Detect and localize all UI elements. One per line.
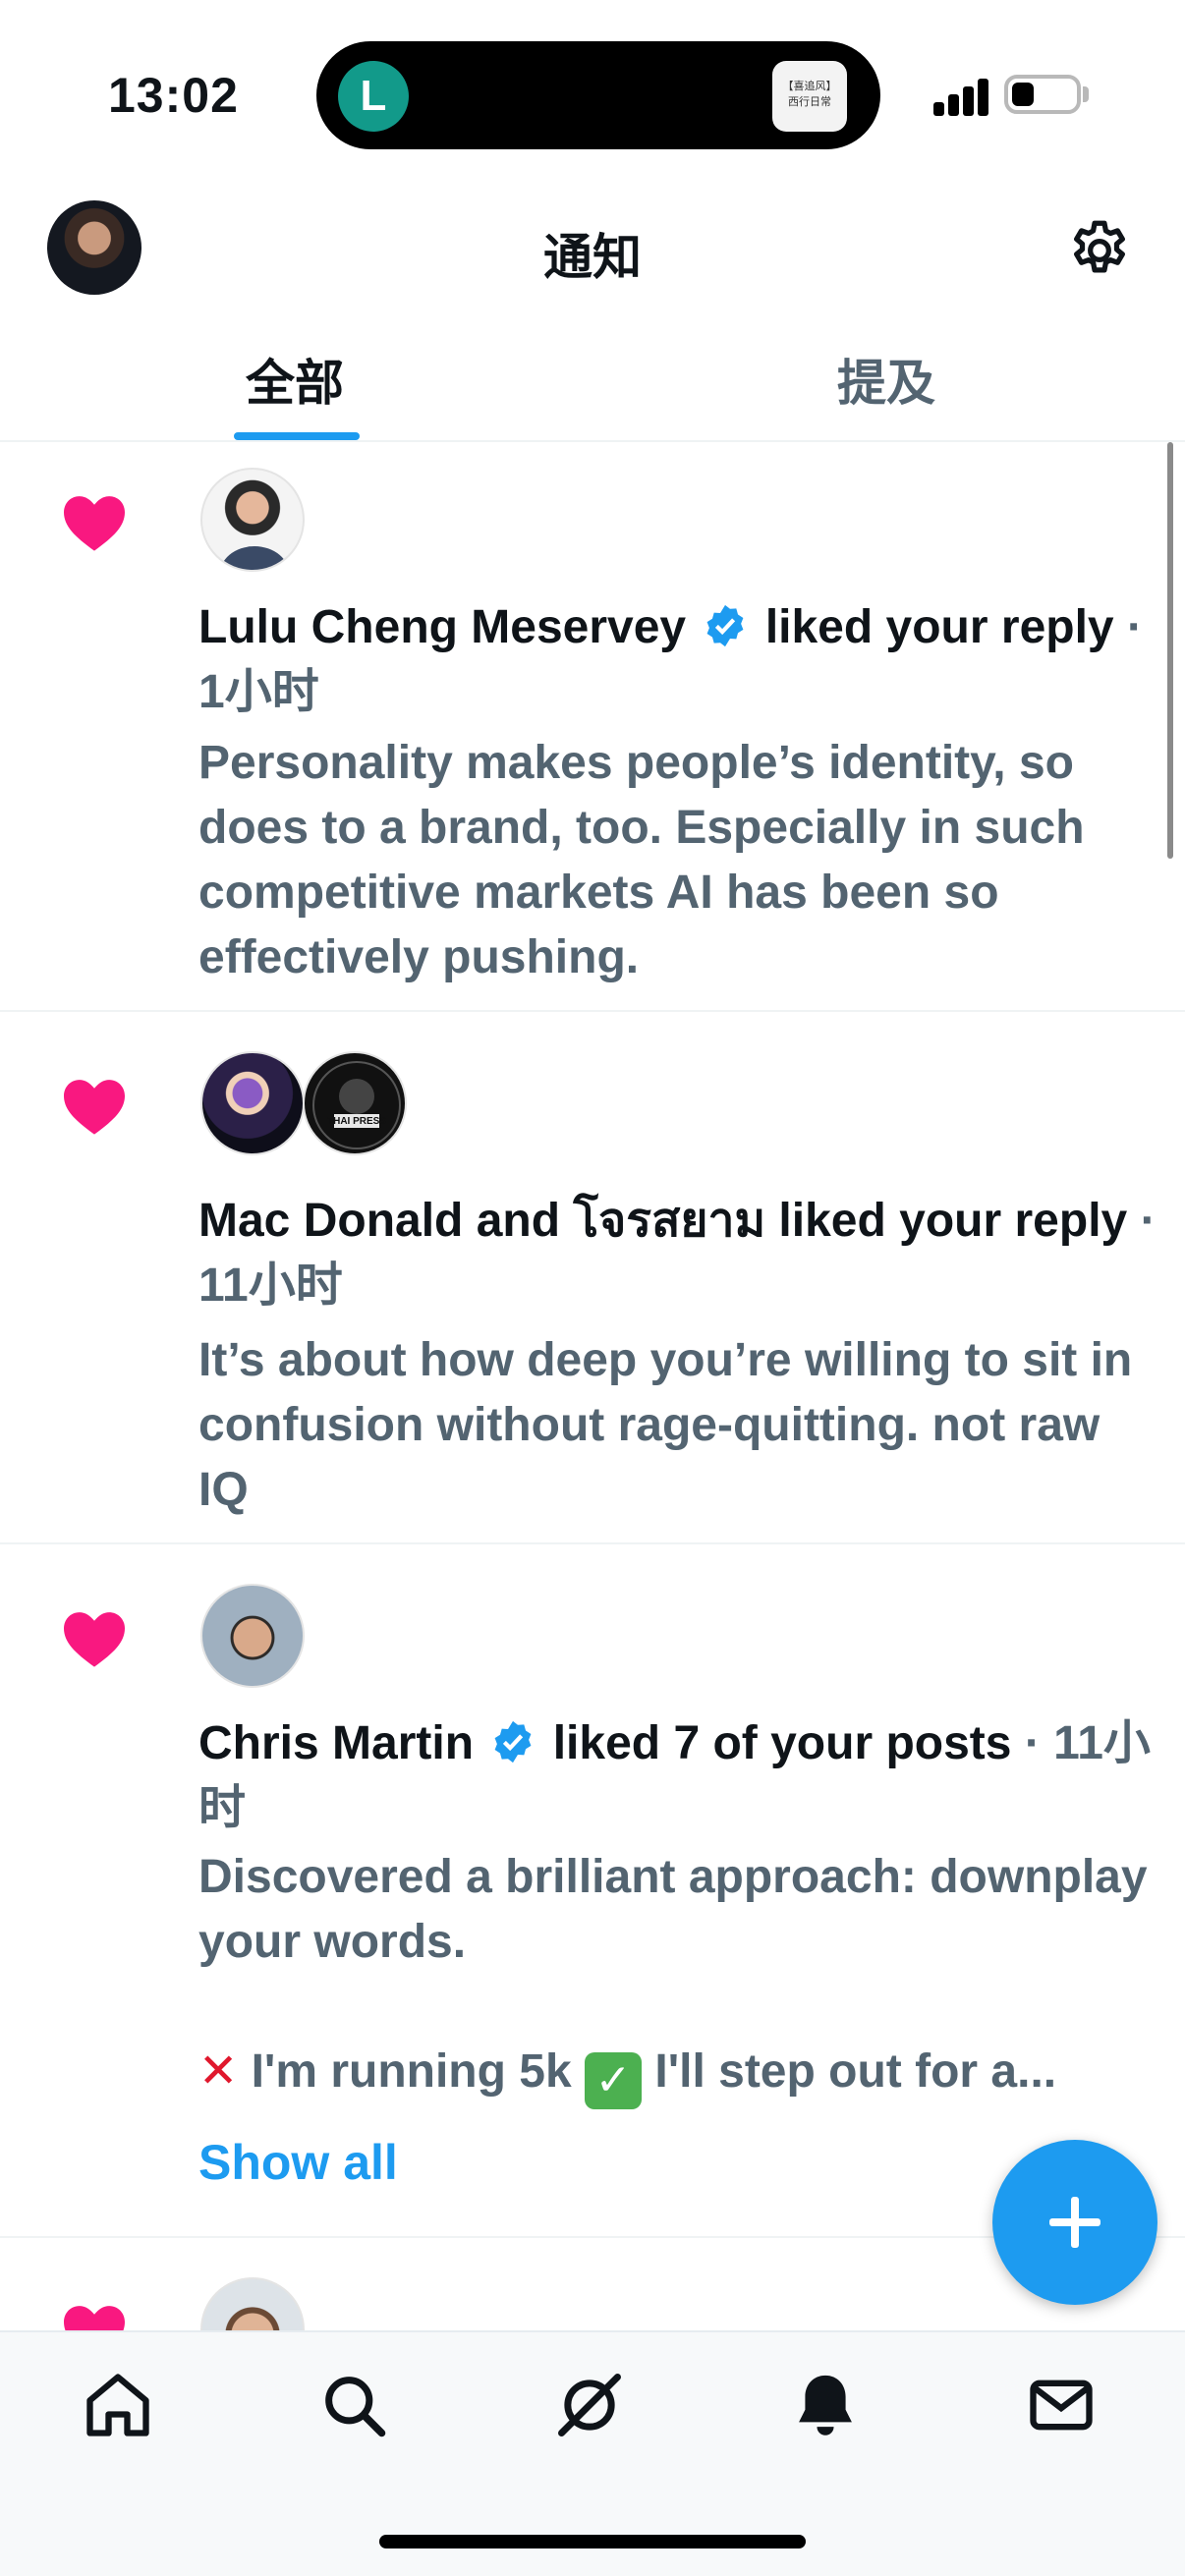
user-avatar[interactable] xyxy=(200,1051,305,1155)
heart-icon xyxy=(64,1612,125,1667)
home-icon[interactable] xyxy=(81,2368,155,2442)
notification-header: Chris Martin liked 7 of your posts · 11小… xyxy=(198,1711,1161,1841)
heart-icon xyxy=(64,496,125,551)
show-all-link[interactable]: Show all xyxy=(198,2134,398,2191)
tab-mentions[interactable]: 提及 xyxy=(837,344,935,415)
compose-plus-icon[interactable] xyxy=(992,2140,1157,2305)
heart-icon xyxy=(64,1080,125,1135)
user-name[interactable]: Chris Martin xyxy=(198,1717,474,1769)
notification-post-text[interactable]: Discovered a brilliant approach: downpla… xyxy=(198,1845,1161,1975)
active-tab-indicator xyxy=(234,432,360,440)
tab-all[interactable]: 全部 xyxy=(246,344,344,415)
heart-icon xyxy=(64,2306,125,2330)
battery-tip xyxy=(1083,86,1089,102)
user-avatar[interactable] xyxy=(200,2277,305,2330)
notification-header: Lulu Cheng Meservey liked your reply · 1… xyxy=(198,595,1161,725)
notifications-bell-icon[interactable] xyxy=(788,2368,863,2442)
notification-post-text[interactable]: It’s about how deep you’re willing to si… xyxy=(198,1328,1161,1523)
notification-post-text[interactable]: Personality makes people’s identity, so … xyxy=(198,731,1161,990)
user-avatar[interactable] xyxy=(200,1584,305,1688)
verified-badge-icon xyxy=(494,1720,532,1764)
widget-line-1: 【喜追风】 xyxy=(782,81,837,92)
header: 通知 xyxy=(0,187,1185,314)
user-names[interactable]: Mac Donald and โจรสยาม xyxy=(198,1195,765,1247)
notification-tabs: 全部 提及 xyxy=(0,314,1185,442)
user-avatar[interactable] xyxy=(200,468,305,572)
search-icon[interactable] xyxy=(316,2368,391,2442)
post-line-part1: I'm running 5k xyxy=(251,2045,572,2098)
check-mark-icon: ✓ xyxy=(585,2052,643,2109)
notification-item[interactable]: THAI PRESS Mac Donald and โจรสยาม liked … xyxy=(0,1012,1185,1544)
notification-action: liked 7 of your posts xyxy=(552,1717,1012,1769)
live-activity-app-icon[interactable]: L xyxy=(338,61,409,132)
post-line-part2: I'll step out for a... xyxy=(654,2045,1057,2098)
settings-gear-icon[interactable] xyxy=(1065,216,1134,285)
widget-line-2: 西行日常 xyxy=(788,96,831,108)
notification-post-text-continued[interactable]: ✕ I'm running 5k ✓ I'll step out for a..… xyxy=(198,2040,1161,2109)
notification-action: liked your reply xyxy=(764,601,1114,653)
notification-item[interactable]: Chris Martin liked 7 of your posts · 11小… xyxy=(0,1544,1185,2238)
avatar-label: THAI PRESS xyxy=(326,1116,386,1127)
page-title: 通知 xyxy=(543,230,642,285)
grok-icon[interactable] xyxy=(552,2368,627,2442)
user-name[interactable]: Lulu Cheng Meservey xyxy=(198,601,686,653)
notification-action: liked your reply xyxy=(778,1195,1128,1247)
status-bar: 13:02 L 【喜追风】 西行日常 xyxy=(0,0,1185,187)
live-activity-widget[interactable]: 【喜追风】 西行日常 xyxy=(772,61,847,132)
dynamic-island[interactable]: L 【喜追风】 西行日常 xyxy=(316,41,880,149)
verified-badge-icon xyxy=(707,604,744,647)
user-avatar[interactable]: THAI PRESS xyxy=(303,1051,407,1155)
battery-icon xyxy=(1004,75,1081,114)
messages-icon[interactable] xyxy=(1024,2368,1099,2442)
home-indicator[interactable] xyxy=(379,2535,806,2548)
notification-item[interactable]: Lulu Cheng Meservey liked your reply · 1… xyxy=(0,444,1185,1012)
cross-mark-icon: ✕ xyxy=(198,2045,239,2098)
cellular-signal-icon xyxy=(933,79,990,116)
status-time: 13:02 xyxy=(108,68,239,123)
notification-header: Mac Donald and โจรสยาม liked your reply … xyxy=(198,1189,1161,1318)
